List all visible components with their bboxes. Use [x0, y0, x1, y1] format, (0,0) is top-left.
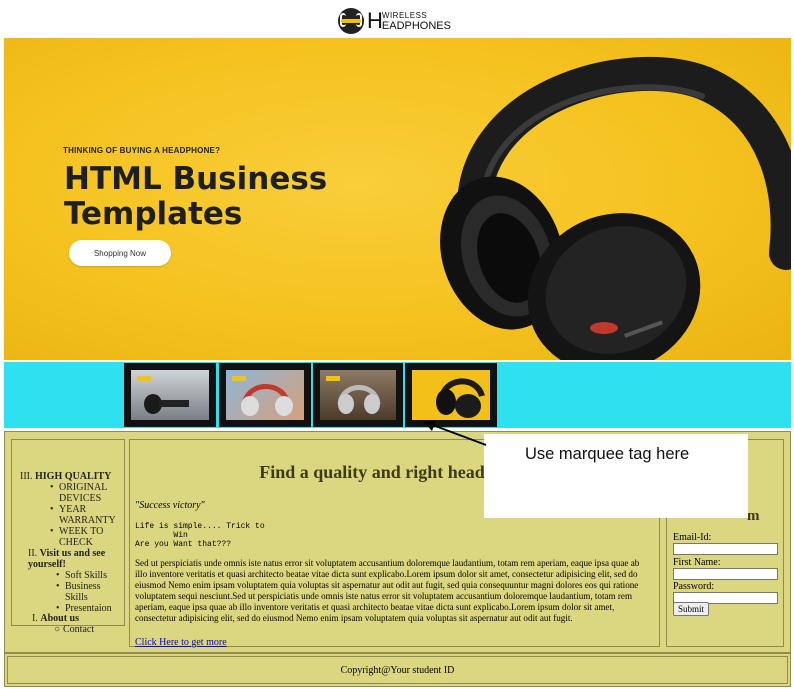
- email-field[interactable]: [673, 543, 778, 555]
- nav-sublist: • ORIGINAL DEVICES • YEAR WARRANTY • WEEK T…: [50, 482, 125, 548]
- headphone-photo-icon: [131, 370, 209, 420]
- password-label: Password:: [673, 581, 715, 592]
- body-paragraph: Sed ut perspiciatis unde omnis iste natu…: [135, 558, 640, 623]
- thumbnail-2[interactable]: [219, 363, 311, 427]
- nav-sublist: • Soft Skills • Business Skills • Presentai…: [56, 570, 125, 614]
- logo-wordmark: H WIRELESS EADPHONES: [367, 8, 451, 33]
- site-logo[interactable]: H WIRELESS EADPHONES: [338, 8, 451, 34]
- headphone-photo-icon: [226, 370, 304, 420]
- hero-title-line-1: HTML Business: [64, 161, 328, 197]
- footer-copyright: Copyright@Your student ID: [7, 656, 788, 684]
- nav-item-business-skills[interactable]: • Business Skills: [56, 581, 125, 603]
- nav-item-original-devices[interactable]: • ORIGINAL DEVICES: [50, 482, 125, 504]
- first-name-label: First Name:: [673, 557, 721, 568]
- logo-line-2: EADPHONES: [381, 20, 451, 32]
- nav-sublist: ○ Contact: [54, 624, 94, 635]
- logo-letter: H: [367, 8, 383, 33]
- email-label: Email-Id:: [673, 532, 712, 543]
- nav-item-year-warranty[interactable]: • YEAR WARRANTY: [50, 504, 125, 526]
- hero-tagline: THINKING OF BUYING A HEADPHONE?: [63, 146, 221, 155]
- annotation-box: Use marquee tag here: [484, 434, 748, 518]
- headphone-photo-icon: [320, 370, 396, 420]
- form-heading: m: [747, 508, 760, 524]
- hero-title-line-2: Templates: [64, 196, 243, 232]
- shopping-now-button[interactable]: Shopping Now: [69, 240, 171, 266]
- footer-section: Copyright@Your student ID: [4, 653, 791, 687]
- first-name-field[interactable]: [673, 568, 778, 580]
- nav-item-contact[interactable]: ○ Contact: [54, 624, 94, 635]
- annotation-arrow-icon: [424, 421, 487, 446]
- nav-section-heading: III. HIGH QUALITY: [20, 471, 112, 482]
- hero-title: HTML Business Templates: [64, 162, 364, 232]
- nav-section-about-us: I. About us ○ Contact: [32, 613, 94, 635]
- thumbnail-strip: [4, 362, 791, 428]
- nav-section-heading: II. Visit us and see yourself!: [28, 548, 106, 570]
- submit-button[interactable]: Submit: [673, 602, 710, 616]
- preformatted-text: Life is simple.... Trick to Win Are you …: [135, 522, 265, 549]
- headphone-photo-icon: [412, 370, 490, 420]
- thumbnail-1[interactable]: [124, 363, 216, 427]
- left-nav: III. HIGH QUALITY • ORIGINAL DEVICES • YEA…: [11, 439, 125, 635]
- get-more-link[interactable]: Click Here to get more: [135, 637, 227, 648]
- nav-section-visit-us: II. Visit us and see yourself! • Soft Ski…: [28, 548, 124, 614]
- nav-section-high-quality: III. HIGH QUALITY • ORIGINAL DEVICES • YEA…: [20, 471, 125, 548]
- headphone-logo-icon: [338, 8, 364, 34]
- annotation-text: Use marquee tag here: [525, 445, 690, 463]
- nav-item-week-to-check[interactable]: • WEEK TO CHECK: [50, 526, 125, 548]
- nav-section-heading: I. About us: [32, 613, 79, 624]
- quote-text: "Success victory": [135, 500, 205, 511]
- nav-item-soft-skills[interactable]: • Soft Skills: [56, 570, 125, 581]
- thumbnail-3[interactable]: [313, 363, 403, 427]
- hero-banner: THINKING OF BUYING A HEADPHONE? HTML Bus…: [4, 38, 791, 360]
- logo-line-1: WIRELESS: [381, 11, 428, 20]
